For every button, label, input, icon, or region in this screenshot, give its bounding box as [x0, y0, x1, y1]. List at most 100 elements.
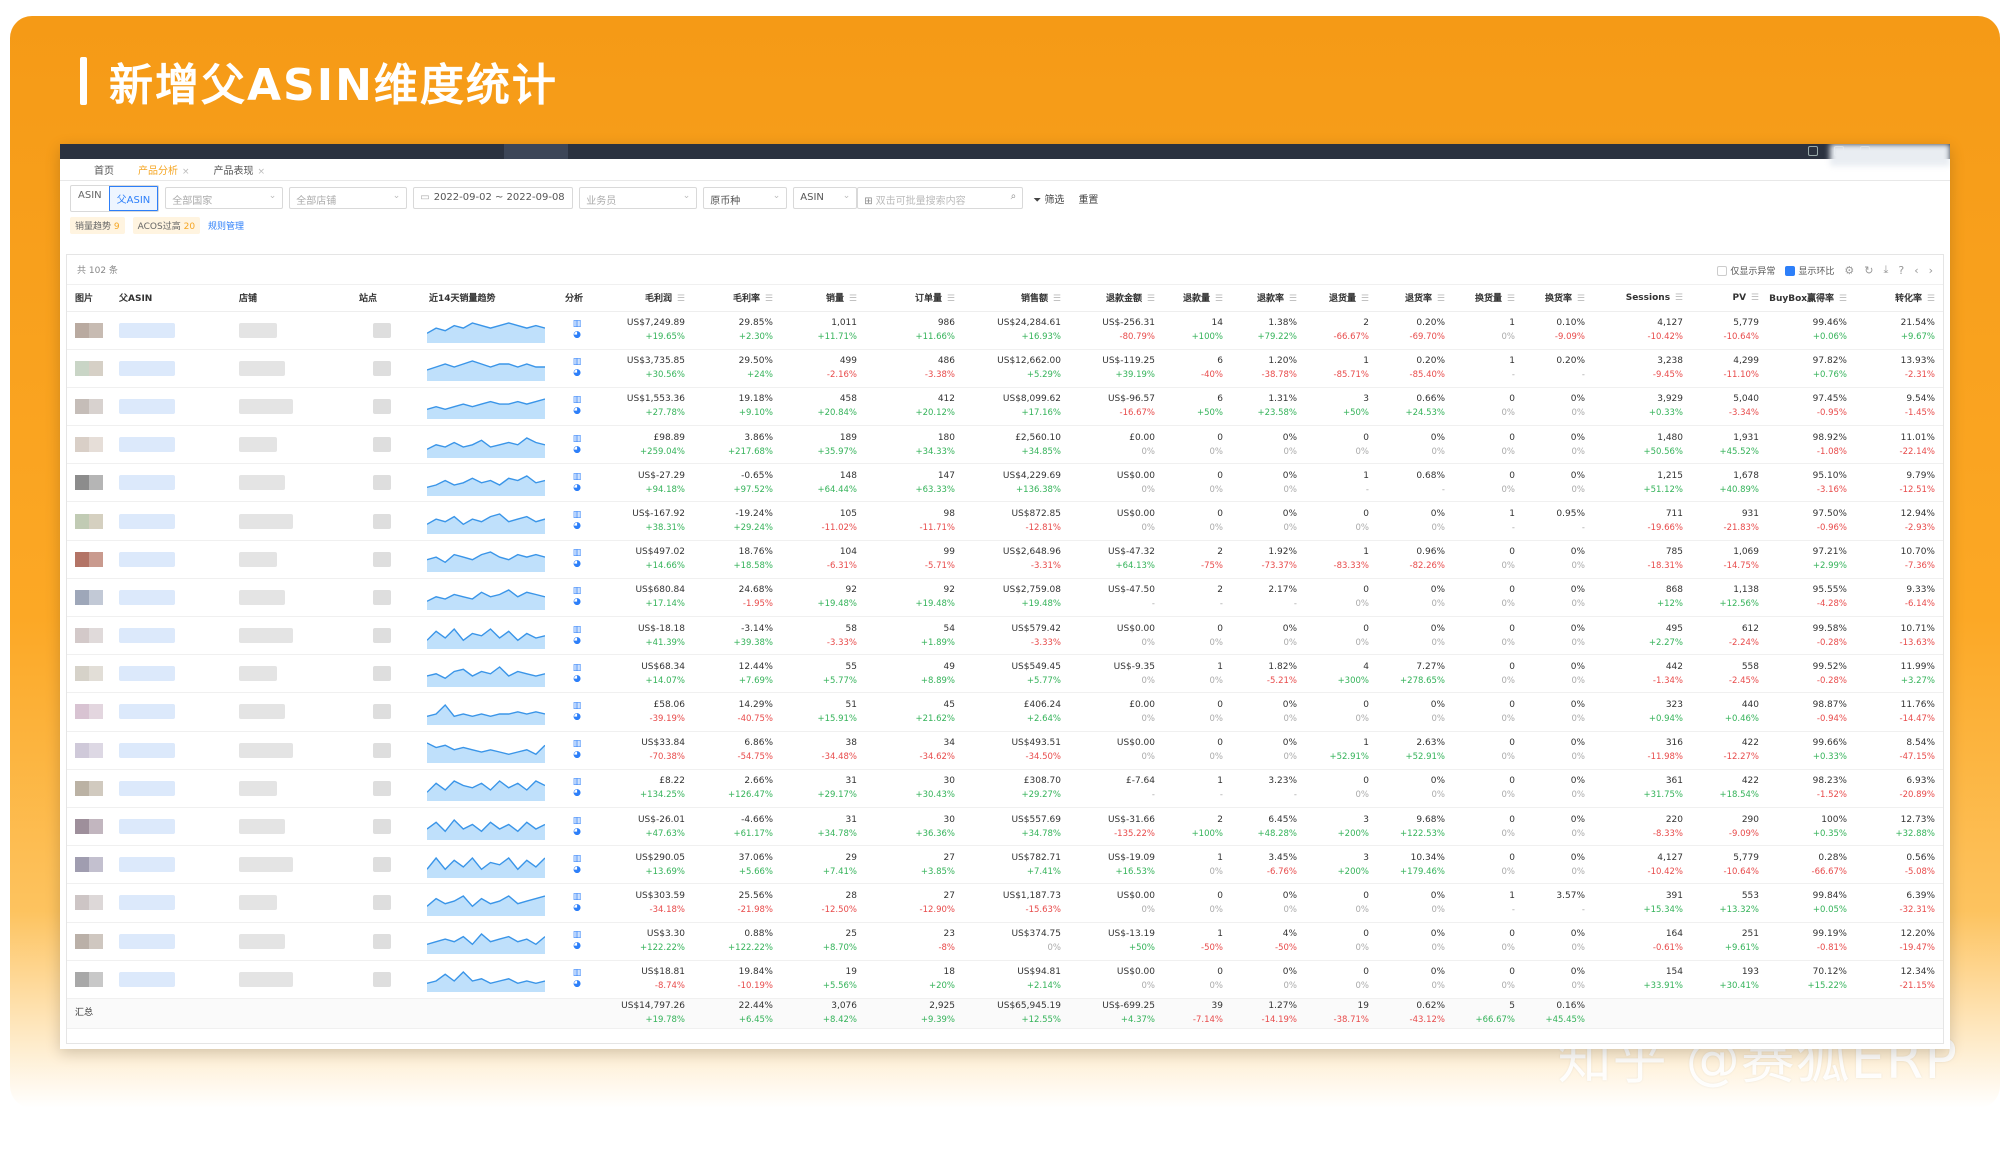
parent-asin-level-option[interactable]: 父ASIN — [108, 185, 159, 211]
filter-button[interactable]: ⏷ 筛选 — [1029, 191, 1068, 206]
pie-chart-icon[interactable]: ◕ — [557, 483, 597, 494]
product-thumbnail[interactable] — [75, 360, 89, 376]
sort-icon[interactable]: ☰ — [1358, 294, 1369, 304]
parent-asin-redacted[interactable] — [119, 971, 175, 987]
pie-chart-icon[interactable]: ◕ — [557, 406, 597, 417]
pie-chart-icon[interactable]: ◕ — [557, 330, 597, 341]
table-row[interactable]: ▥ ◕ US$33.84 -70.38% 6.86% -54.75% 38 -34.48% 34… — [67, 731, 1943, 770]
pie-chart-icon[interactable]: ◕ — [557, 827, 597, 838]
parent-asin-redacted[interactable] — [119, 589, 175, 605]
pie-chart-icon[interactable]: ◕ — [557, 712, 597, 723]
sort-icon[interactable]: ☰ — [846, 294, 857, 304]
nav-item[interactable] — [632, 144, 696, 159]
product-thumbnail[interactable] — [75, 742, 89, 758]
column-header[interactable]: 退货量 ☰ — [1305, 285, 1377, 312]
salesman-select[interactable]: 业务员 ⌄ — [579, 187, 698, 209]
product-thumbnail[interactable] — [75, 857, 89, 873]
column-header[interactable]: 转化率 ☰ — [1855, 285, 1943, 312]
parent-asin-redacted[interactable] — [119, 360, 175, 376]
prev-icon[interactable]: ‹ — [1914, 264, 1918, 277]
tag-acos-high[interactable]: ACOS过高 20 — [132, 216, 201, 234]
column-header[interactable]: 销量 ☰ — [781, 285, 865, 312]
settings-icon[interactable]: ⚙ — [1844, 264, 1854, 277]
bar-chart-icon[interactable]: ▥ — [557, 892, 597, 903]
product-thumbnail[interactable] — [75, 437, 89, 453]
page-tab[interactable]: 产品表现 × — [204, 159, 276, 180]
page-tab[interactable]: 产品分析 × — [128, 159, 200, 180]
sort-icon[interactable]: ☰ — [1212, 294, 1223, 304]
column-header[interactable]: BuyBox赢得率 ☰ — [1767, 285, 1855, 312]
table-row[interactable]: ▥ ◕ £8.22 +134.25% 2.66% +126.47% 31 +29.17% 30 +… — [67, 769, 1943, 808]
pie-chart-icon[interactable]: ◕ — [557, 559, 597, 570]
table-row[interactable]: ▥ ◕ US$-18.18 +41.39% -3.14% +39.38% 58 -3.33% 5… — [67, 616, 1943, 656]
bar-chart-icon[interactable]: ▥ — [557, 968, 597, 979]
parent-asin-redacted[interactable] — [119, 933, 175, 949]
bar-chart-icon[interactable]: ▥ — [557, 434, 597, 445]
bar-chart-icon[interactable]: ▥ — [557, 548, 597, 559]
column-header[interactable]: 退货率 ☰ — [1377, 285, 1453, 312]
sort-icon[interactable]: ☰ — [1504, 294, 1515, 304]
pie-chart-icon[interactable]: ◕ — [557, 788, 597, 799]
column-header[interactable]: 退款率 ☰ — [1231, 285, 1305, 312]
date-range-picker[interactable]: ▭ 2022-09-02 ~ 2022-09-08 — [413, 187, 574, 209]
column-header[interactable]: 近14天销量趋势 — [421, 285, 557, 312]
search-icon[interactable]: ⌕ — [1011, 191, 1017, 202]
product-thumbnail[interactable] — [75, 895, 89, 911]
product-thumbnail[interactable] — [75, 933, 89, 949]
column-header[interactable]: 分析 — [557, 285, 597, 312]
pie-chart-icon[interactable]: ◕ — [557, 941, 597, 952]
asin-level-option[interactable]: ASIN — [71, 186, 109, 211]
product-thumbnail[interactable] — [75, 628, 89, 644]
pie-chart-icon[interactable]: ◕ — [557, 750, 597, 761]
table-row[interactable]: ▥ ◕ US$-167.92 +38.31% -19.24% +29.24% 105 -11.… — [67, 501, 1943, 541]
bar-chart-icon[interactable]: ▥ — [557, 816, 597, 827]
table-row[interactable]: ▥ ◕ US$7,249.89 +19.65% 29.85% +2.30% 1,011 +11… — [67, 311, 1943, 350]
close-icon[interactable]: × — [182, 167, 190, 177]
column-header[interactable]: 店铺 — [231, 285, 351, 312]
table-row[interactable]: ▥ ◕ US$497.02 +14.66% 18.76% +18.58% 104 -6.31%… — [67, 540, 1943, 579]
table-row[interactable]: ▥ ◕ US$-27.29 +94.18% -0.65% +97.52% 148 +64.44… — [67, 463, 1943, 503]
only-abnormal-toggle[interactable]: 仅显示异常 — [1717, 264, 1775, 277]
page-tab[interactable]: 首页 — [84, 159, 124, 180]
sort-icon[interactable]: ☰ — [762, 294, 773, 304]
nav-item[interactable] — [248, 144, 312, 159]
product-thumbnail[interactable] — [75, 589, 89, 605]
sort-icon[interactable]: ☰ — [1050, 294, 1061, 304]
parent-asin-redacted[interactable] — [119, 780, 175, 796]
bar-chart-icon[interactable]: ▥ — [557, 586, 597, 597]
parent-asin-redacted[interactable] — [119, 857, 175, 873]
bar-chart-icon[interactable]: ▥ — [557, 777, 597, 788]
pie-chart-icon[interactable]: ◕ — [557, 597, 597, 608]
bar-chart-icon[interactable]: ▥ — [557, 510, 597, 521]
column-header[interactable]: 毛利润 ☰ — [597, 285, 693, 312]
column-header[interactable]: 父ASIN — [111, 285, 231, 312]
country-select[interactable]: 全部国家 ⌄ — [165, 187, 284, 209]
currency-select[interactable]: 原币种 ⌄ — [703, 187, 788, 209]
bar-chart-icon[interactable]: ▥ — [557, 739, 597, 750]
nav-item[interactable] — [376, 144, 440, 159]
product-thumbnail[interactable] — [75, 475, 89, 491]
product-thumbnail[interactable] — [75, 513, 89, 529]
parent-asin-redacted[interactable] — [119, 628, 175, 644]
table-row[interactable]: ▥ ◕ US$18.81 -8.74% 19.84% -10.19% 19 +5.56% 18 +… — [67, 960, 1943, 999]
table-row[interactable]: ▥ ◕ US$303.59 -34.18% 25.56% -21.98% 28 -12.50%… — [67, 883, 1943, 923]
bar-chart-icon[interactable]: ▥ — [557, 854, 597, 865]
close-icon[interactable]: × — [258, 167, 266, 177]
checkbox-checked[interactable] — [1785, 266, 1796, 276]
column-header[interactable]: 换货量 ☰ — [1453, 285, 1523, 312]
product-thumbnail[interactable] — [75, 971, 89, 987]
product-thumbnail[interactable] — [75, 666, 89, 682]
table-row[interactable]: ▥ ◕ £58.06 -39.19% 14.29% -40.75% 51 +15.91% 45 +… — [67, 692, 1943, 732]
table-row[interactable]: ▥ ◕ US$3,735.85 +30.56% 29.50% +24% 499 -2.16% 4… — [67, 349, 1943, 388]
nav-item[interactable] — [504, 144, 568, 159]
parent-asin-redacted[interactable] — [119, 437, 175, 453]
parent-asin-redacted[interactable] — [119, 513, 175, 529]
sort-icon[interactable]: ☰ — [1574, 294, 1585, 304]
fullscreen-icon[interactable] — [1808, 146, 1818, 156]
parent-asin-redacted[interactable] — [119, 398, 175, 414]
bar-chart-icon[interactable]: ▥ — [557, 663, 597, 674]
next-icon[interactable]: › — [1929, 264, 1933, 277]
column-header[interactable]: 退款量 ☰ — [1163, 285, 1231, 312]
nav-item[interactable] — [440, 144, 504, 159]
table-row[interactable]: ▥ ◕ US$680.84 +17.14% 24.68% -1.95% 92 +19.48% 9… — [67, 578, 1943, 618]
